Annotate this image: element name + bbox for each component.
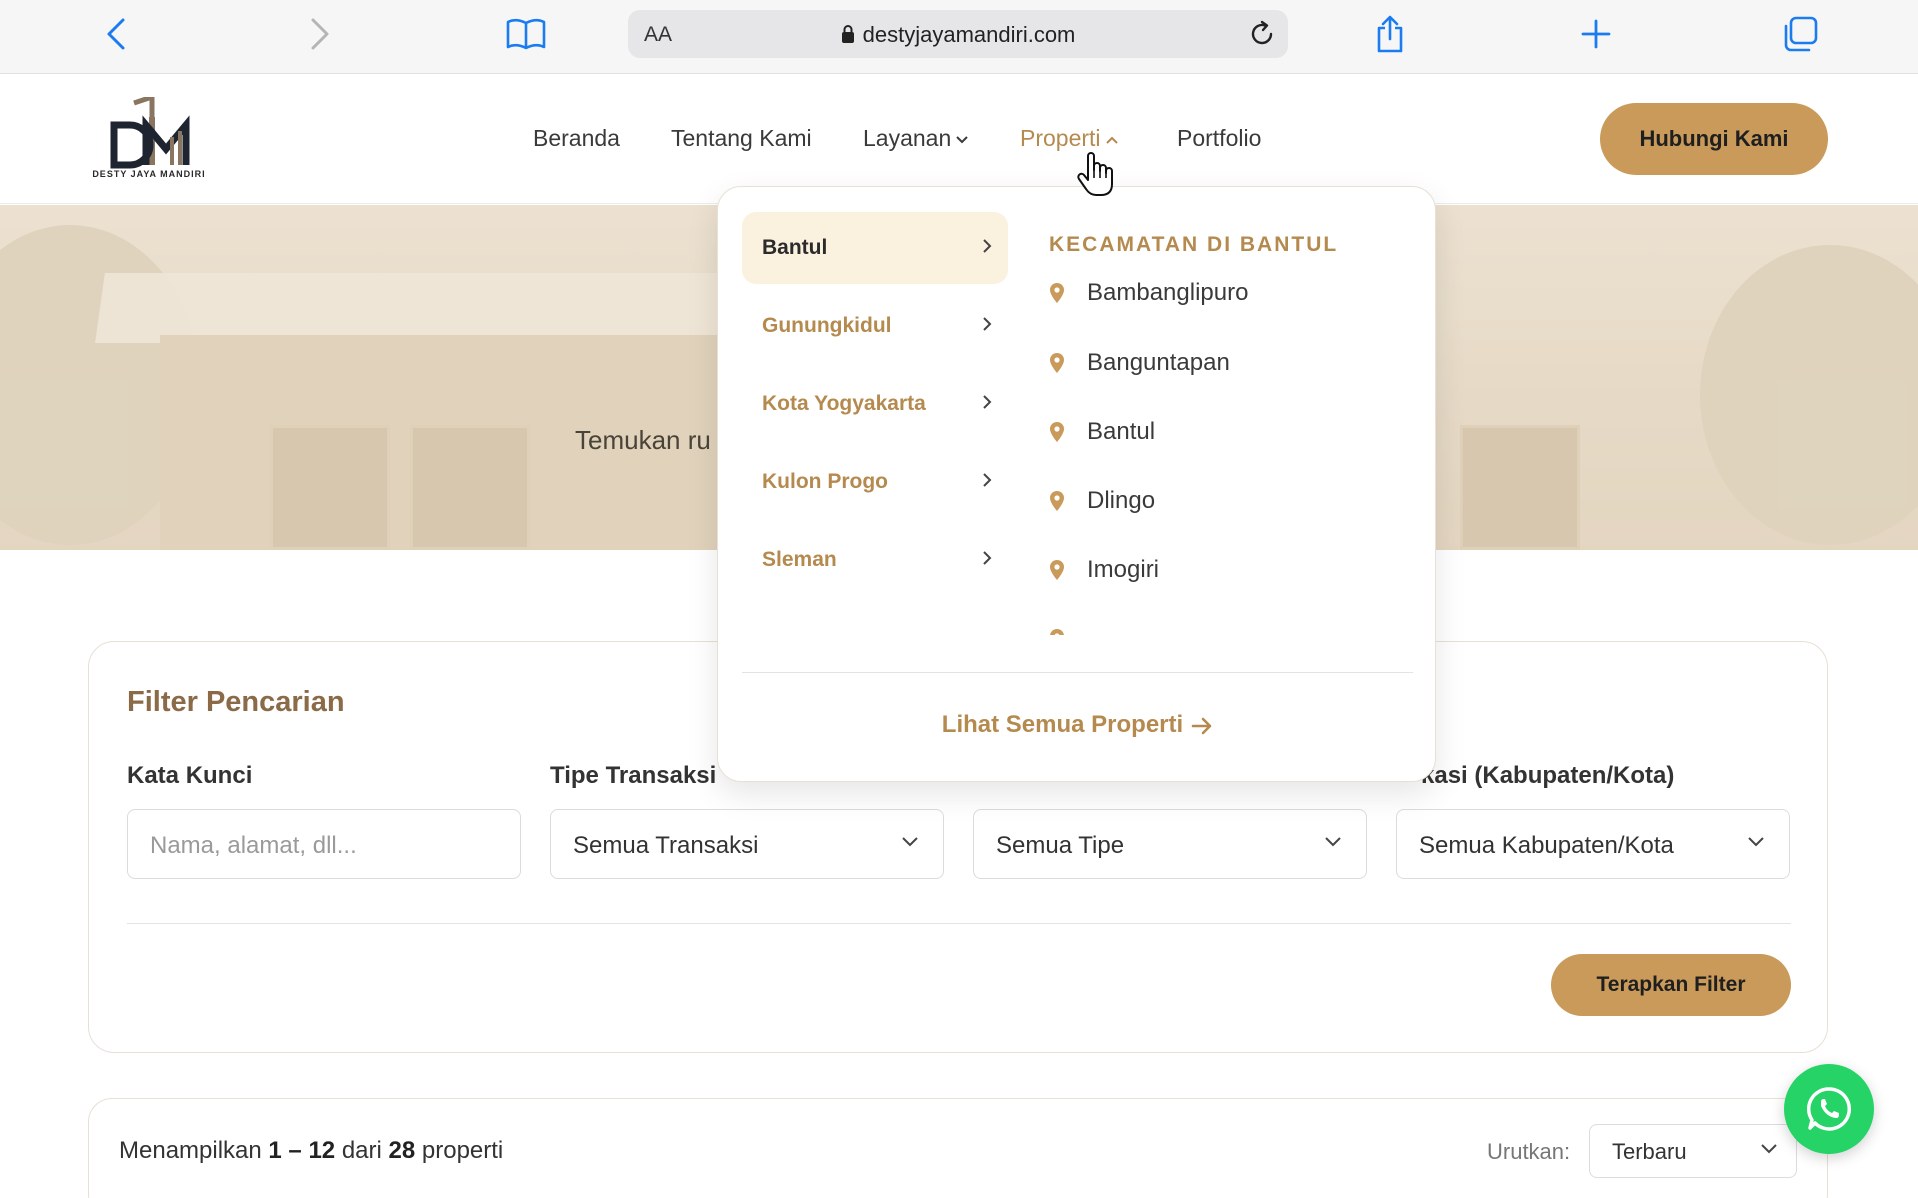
arrow-right-icon: [1191, 717, 1212, 735]
chevron-right-icon: [983, 473, 992, 487]
lihat-semua-properti-link[interactable]: Lihat Semua Properti: [718, 711, 1437, 739]
chevron-down-icon: [1761, 1144, 1777, 1154]
nav-tentang-kami[interactable]: Tentang Kami: [671, 125, 812, 152]
forward-icon[interactable]: [296, 10, 344, 58]
region-label: Kota Yogyakarta: [762, 392, 926, 415]
region-label: Gunungkidul: [762, 314, 892, 337]
new-tab-plus-icon[interactable]: [1572, 10, 1620, 58]
results-total: 28: [388, 1137, 416, 1164]
map-pin-icon: [1050, 353, 1064, 373]
filter-divider: [127, 923, 1791, 924]
results-suffix: properti: [421, 1137, 504, 1164]
see-all-label: Lihat Semua Properti: [941, 711, 1184, 738]
kecamatan-item[interactable]: Dlingo: [1049, 481, 1155, 521]
dm-logo-icon: [110, 93, 190, 169]
bookmarks-icon[interactable]: [502, 10, 550, 58]
kecamatan-label: Banguntapan: [1087, 349, 1230, 376]
chevron-right-icon: [983, 239, 992, 253]
kecamatan-item[interactable]: Bambanglipuro: [1049, 273, 1248, 313]
kecamatan-item[interactable]: Banguntapan: [1049, 343, 1230, 383]
kecamatan-item-partial[interactable]: [1049, 619, 1065, 635]
dropdown-divider: [742, 672, 1413, 673]
chevron-down-icon: [956, 136, 968, 144]
properti-dropdown: Bantul Gunungkidul Kota Yogyakarta Kulon…: [717, 186, 1436, 782]
company-logo[interactable]: DESTY JAYA MANDIRI: [86, 93, 212, 185]
map-pin-icon: [1050, 629, 1064, 635]
region-sleman[interactable]: Sleman: [742, 524, 1008, 596]
kecamatan-item[interactable]: Imogiri: [1049, 550, 1159, 590]
map-pin-icon: [1050, 283, 1064, 303]
whatsapp-button[interactable]: [1784, 1064, 1874, 1154]
chevron-right-icon: [983, 395, 992, 409]
logo-text: DESTY JAYA MANDIRI: [92, 169, 206, 179]
location-select[interactable]: Semua Kabupaten/Kota: [1396, 809, 1790, 879]
map-pin-icon: [1050, 491, 1064, 511]
keyword-label: Kata Kunci: [127, 762, 253, 789]
sort-select[interactable]: Terbaru: [1589, 1124, 1797, 1178]
chevron-up-icon: [1105, 136, 1118, 144]
whatsapp-icon: [1806, 1087, 1852, 1131]
region-label: Sleman: [762, 548, 837, 571]
kecamatan-item[interactable]: Bantul: [1049, 412, 1155, 452]
url-text: destyjayamandiri.com: [862, 22, 1076, 47]
reload-icon[interactable]: [1248, 20, 1276, 53]
kecamatan-label: Bambanglipuro: [1087, 279, 1249, 306]
chevron-down-icon: [1325, 837, 1341, 847]
chevron-right-icon: [983, 551, 992, 565]
type-select[interactable]: Semua Tipe: [973, 809, 1367, 879]
location-label: kasi (Kabupaten/Kota): [1421, 762, 1675, 789]
back-icon[interactable]: [92, 10, 140, 58]
map-pin-icon: [1050, 560, 1064, 580]
nav-beranda[interactable]: Beranda: [533, 125, 620, 152]
transaction-label: Tipe Transaksi: [550, 762, 717, 789]
region-label: Bantul: [762, 236, 828, 259]
results-count: Menampilkan 1 – 12 dari 28 properti: [119, 1137, 503, 1165]
chevron-down-icon: [1748, 837, 1764, 847]
region-gunungkidul[interactable]: Gunungkidul: [742, 290, 1008, 362]
nav-layanan-label: Layanan: [863, 125, 952, 151]
kecamatan-label: Imogiri: [1087, 556, 1160, 583]
address-bar[interactable]: AA destyjayamandiri.com: [628, 10, 1288, 58]
site-header: DESTY JAYA MANDIRI Beranda Tentang Kami …: [0, 75, 1918, 204]
hubungi-kami-button[interactable]: Hubungi Kami: [1600, 103, 1828, 175]
kecamatan-label: Bantul: [1087, 418, 1156, 445]
results-prefix: Menampilkan: [119, 1137, 262, 1164]
type-value: Semua Tipe: [996, 832, 1125, 859]
nav-portfolio[interactable]: Portfolio: [1177, 125, 1261, 152]
results-of: dari: [341, 1137, 382, 1164]
chevron-right-icon: [983, 317, 992, 331]
tabs-overview-icon[interactable]: [1776, 10, 1824, 58]
terapkan-filter-button[interactable]: Terapkan Filter: [1551, 954, 1791, 1016]
location-value: Semua Kabupaten/Kota: [1419, 832, 1674, 859]
sort-value: Terbaru: [1612, 1139, 1687, 1164]
nav-properti-label: Properti: [1020, 125, 1101, 151]
filter-title: Filter Pencarian: [127, 686, 345, 718]
kecamatan-list: Bambanglipuro Banguntapan Bantul Dlingo …: [1049, 273, 1409, 635]
transaction-select[interactable]: Semua Transaksi: [550, 809, 944, 879]
results-range: 1 – 12: [268, 1137, 336, 1164]
nav-layanan[interactable]: Layanan: [863, 125, 969, 152]
keyword-input[interactable]: Nama, alamat, dll...: [127, 809, 521, 879]
lock-icon: [841, 25, 854, 43]
transaction-value: Semua Transaksi: [573, 832, 759, 859]
region-label: Kulon Progo: [762, 470, 888, 493]
region-kota-yogyakarta[interactable]: Kota Yogyakarta: [742, 368, 1008, 440]
kecamatan-label: Dlingo: [1087, 487, 1156, 514]
kecamatan-title: KECAMATAN DI BANTUL: [1049, 233, 1339, 256]
chevron-down-icon: [902, 837, 918, 847]
sort-label: Urutkan:: [1487, 1139, 1571, 1164]
keyword-placeholder: Nama, alamat, dll...: [150, 832, 357, 859]
results-bar: Menampilkan 1 – 12 dari 28 properti Urut…: [88, 1098, 1828, 1198]
share-icon[interactable]: [1366, 10, 1414, 58]
hand-cursor-icon: [1076, 150, 1116, 203]
region-kulon-progo[interactable]: Kulon Progo: [742, 446, 1008, 518]
hero-subtitle: Temukan ru: [575, 425, 711, 455]
browser-toolbar: AA destyjayamandiri.com: [0, 0, 1918, 74]
map-pin-icon: [1050, 422, 1064, 442]
region-bantul[interactable]: Bantul: [742, 212, 1008, 284]
nav-properti[interactable]: Properti: [1020, 125, 1119, 152]
